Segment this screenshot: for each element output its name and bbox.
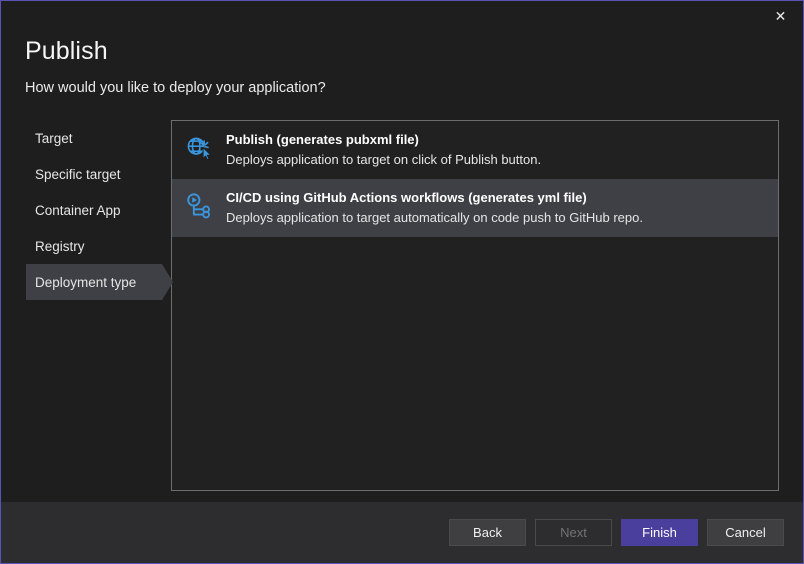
page-title: Publish [25,34,803,68]
wizard-step-nav: Target Specific target Container App Reg… [1,120,171,502]
sidebar-item-label: Registry [35,239,85,254]
cancel-button[interactable]: Cancel [707,519,784,546]
sidebar-item-label: Deployment type [35,275,136,290]
globe-cursor-icon [182,132,216,166]
dialog-header: Publish How would you like to deploy you… [1,32,803,99]
publish-dialog: ✕ Publish How would you like to deploy y… [0,0,804,564]
deployment-type-panel-wrap: Publish (generates pubxml file) Deploys … [171,120,803,502]
dialog-body: Target Specific target Container App Reg… [1,99,803,502]
option-title: CI/CD using GitHub Actions workflows (ge… [226,189,643,207]
dialog-footer: Back Next Finish Cancel [1,502,803,563]
option-text-block: CI/CD using GitHub Actions workflows (ge… [216,188,643,227]
deployment-type-list: Publish (generates pubxml file) Deploys … [171,120,779,491]
sidebar-item-container-app[interactable]: Container App [26,192,162,228]
page-subtitle: How would you like to deploy your applic… [25,77,803,99]
finish-button[interactable]: Finish [621,519,698,546]
sidebar-item-specific-target[interactable]: Specific target [26,156,162,192]
sidebar-item-label: Container App [35,203,121,218]
option-title: Publish (generates pubxml file) [226,131,541,149]
sidebar-item-deployment-type[interactable]: Deployment type [26,264,162,300]
option-cicd-github-actions[interactable]: CI/CD using GitHub Actions workflows (ge… [172,179,778,237]
back-button[interactable]: Back [449,519,526,546]
sidebar-item-label: Target [35,131,73,146]
option-description: Deploys application to target automatica… [226,208,643,227]
title-bar: ✕ [1,1,803,32]
sidebar-item-registry[interactable]: Registry [26,228,162,264]
sidebar-item-label: Specific target [35,167,121,182]
option-description: Deploys application to target on click o… [226,150,541,169]
next-button: Next [535,519,612,546]
close-icon[interactable]: ✕ [758,1,803,31]
cicd-pipeline-icon [182,190,216,224]
option-text-block: Publish (generates pubxml file) Deploys … [216,130,541,169]
sidebar-item-target[interactable]: Target [26,120,162,156]
option-publish-pubxml[interactable]: Publish (generates pubxml file) Deploys … [172,121,778,179]
